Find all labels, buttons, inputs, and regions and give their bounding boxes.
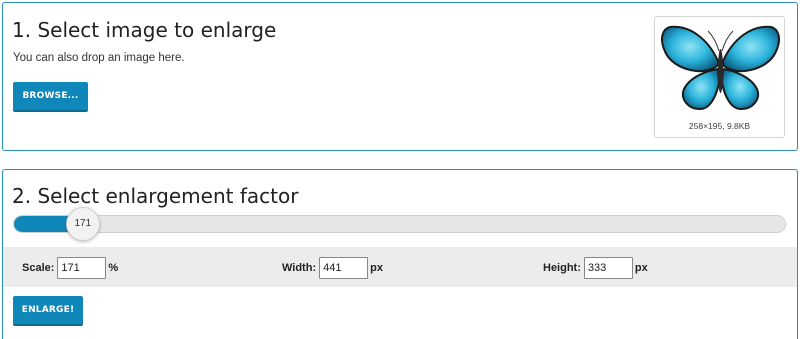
image-thumbnail: 258×195, 9.8KB xyxy=(654,16,785,138)
height-input[interactable] xyxy=(583,257,633,279)
scale-unit: % xyxy=(108,262,119,274)
browse-button[interactable]: BROWSE... xyxy=(13,82,88,112)
butterfly-image xyxy=(661,25,780,111)
scale-input[interactable] xyxy=(57,257,107,279)
image-info-caption: 258×195, 9.8KB xyxy=(688,121,751,131)
enlargement-factor-panel: 2. Select enlargement factor 171 Scale: … xyxy=(2,169,798,339)
select-image-panel[interactable]: 1. Select image to enlarge You can also … xyxy=(2,2,798,151)
width-label: Width: xyxy=(282,262,317,274)
enlarge-button[interactable]: ENLARGE! xyxy=(13,296,83,326)
width-input[interactable] xyxy=(319,257,369,279)
width-unit: px xyxy=(370,262,383,274)
drop-hint-text: You can also drop an image here. xyxy=(13,52,185,64)
scale-slider-track[interactable] xyxy=(13,215,786,233)
height-control: Height: px xyxy=(543,257,648,279)
dimension-controls-bar: Scale: % Width: px Height: px xyxy=(3,247,797,287)
scale-control: Scale: % xyxy=(22,257,118,279)
select-image-heading: 1. Select image to enlarge xyxy=(12,18,277,42)
width-control: Width: px xyxy=(282,257,383,279)
height-unit: px xyxy=(634,262,648,274)
scale-label: Scale: xyxy=(22,262,55,274)
scale-slider-handle[interactable]: 171 xyxy=(65,207,100,241)
height-label: Height: xyxy=(543,262,581,274)
enlargement-factor-heading: 2. Select enlargement factor xyxy=(12,184,299,208)
